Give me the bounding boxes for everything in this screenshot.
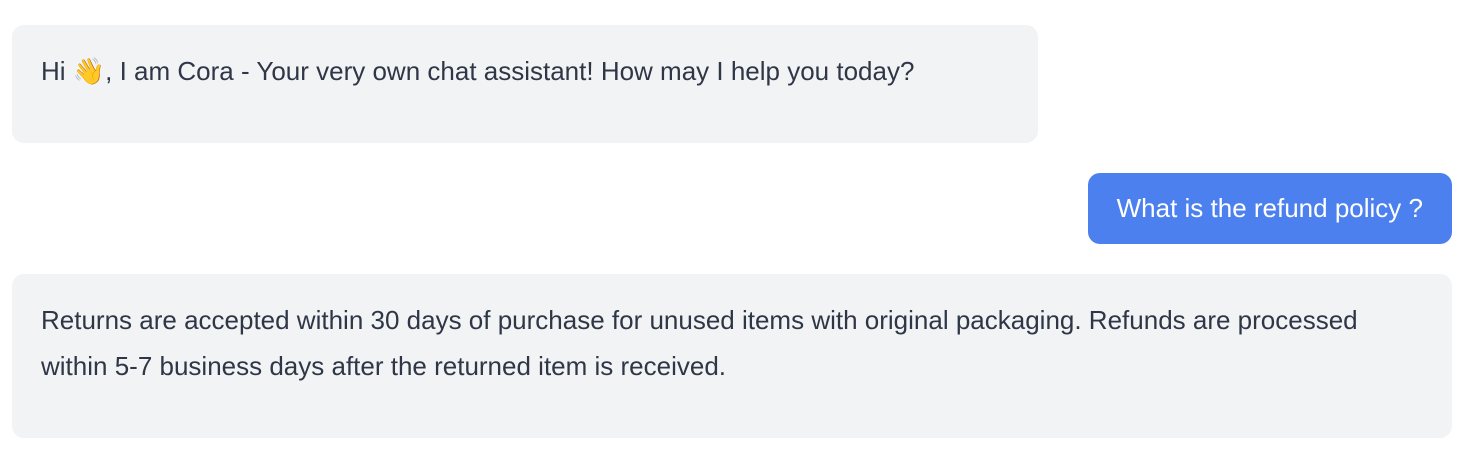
assistant-message-text: Returns are accepted within 30 days of p… bbox=[41, 305, 1358, 381]
assistant-message-text: Hi 👋, I am Cora - Your very own chat ass… bbox=[41, 56, 915, 86]
assistant-message-bubble: Returns are accepted within 30 days of p… bbox=[12, 274, 1452, 438]
user-message-bubble: What is the refund policy ? bbox=[1087, 173, 1452, 244]
user-message-text: What is the refund policy ? bbox=[1116, 193, 1423, 223]
assistant-message-bubble: Hi 👋, I am Cora - Your very own chat ass… bbox=[12, 25, 1038, 143]
chat-thread: Hi 👋, I am Cora - Your very own chat ass… bbox=[0, 0, 1482, 474]
